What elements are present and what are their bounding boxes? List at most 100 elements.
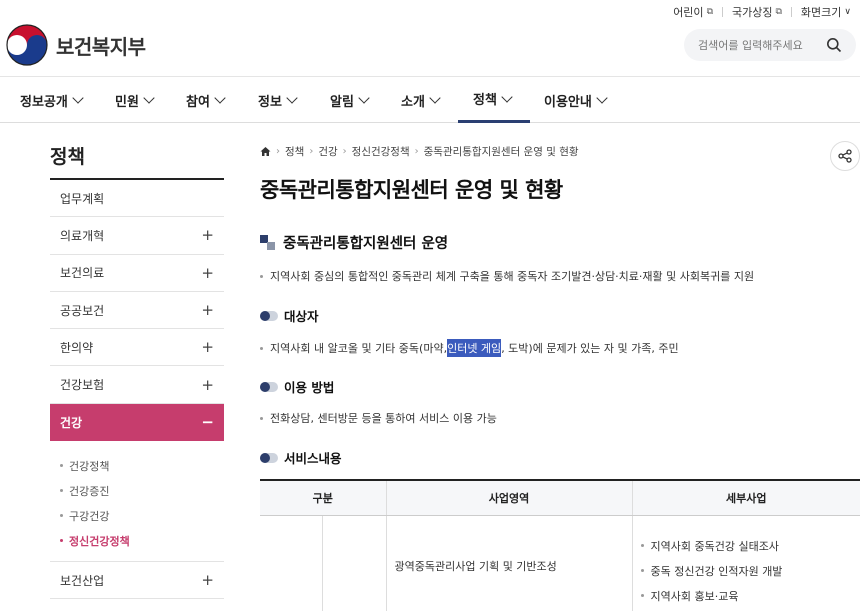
chevron-down-icon	[596, 92, 608, 104]
plus-icon: +	[201, 571, 214, 590]
search-icon[interactable]	[826, 37, 842, 53]
share-button[interactable]	[830, 141, 860, 171]
taegeuk-logo-icon	[6, 24, 48, 66]
selected-text: 인터넷 게임	[447, 339, 502, 357]
home-icon[interactable]	[260, 146, 271, 157]
gnb-label: 민원	[115, 94, 139, 110]
breadcrumb-separator: ›	[309, 146, 314, 157]
sidebar-item-health-insurance[interactable]: 건강보험 +	[50, 366, 224, 404]
breadcrumb-separator: ›	[414, 146, 419, 157]
breadcrumb: › 정책 › 건강 › 정신건강정책 › 중독관리통합지원센터 운영 및 현황	[260, 144, 579, 159]
submenu-item-oral-health[interactable]: 구강건강	[60, 503, 224, 528]
list-item: 중독 정신건강 인적자원 개발	[641, 558, 860, 583]
page-title: 중독관리통합지원센터 운영 및 현황	[260, 178, 563, 202]
sidebar-item-label: 보건의료	[60, 266, 105, 281]
screen-size-label: 화면크기	[800, 6, 842, 19]
sidebar-item-label: 건강	[60, 415, 83, 430]
target-text: 지역사회 내 알코올 및 기타 중독(마약, 인터넷 게임, 도박)에 문제가 …	[260, 339, 679, 357]
heading-bullet-icon	[260, 452, 278, 463]
gnb-item-news[interactable]: 알림	[330, 77, 370, 123]
list-item: 지역사회 홍보·교육	[641, 583, 860, 608]
logo-text: 보건복지부	[56, 34, 146, 59]
gnb-item-about[interactable]: 소개	[401, 77, 441, 123]
target-heading: 대상자	[260, 306, 319, 325]
site-logo[interactable]: 보건복지부	[6, 24, 146, 66]
submenu-item-mental-health-policy[interactable]: 정신건강정책	[60, 528, 224, 553]
service-heading: 서비스내용	[260, 448, 342, 467]
gnb-item-participation[interactable]: 참여	[186, 77, 226, 123]
chevron-down-icon	[286, 92, 298, 104]
search-box[interactable]	[684, 29, 856, 61]
side-navigation-title: 정책	[50, 142, 224, 180]
plus-icon: +	[201, 263, 214, 282]
side-navigation: 정책 업무계획 의료개혁 + 보건의료 + 공공보건 + 한의약 + 건강보험 + 건강 −…	[50, 142, 224, 611]
gnb-item-information[interactable]: 정보	[258, 77, 298, 123]
gnb-label: 정보공개	[20, 94, 68, 110]
submenu-item-health-policy[interactable]: 건강정책	[60, 453, 224, 478]
sidebar-item-label: 업무계획	[60, 191, 105, 206]
sidebar-item-label: 한의약	[60, 340, 94, 355]
sidebar-item-public-health[interactable]: 공공보건 +	[50, 292, 224, 330]
sidebar-item-label: 건강보험	[60, 378, 105, 393]
sidebar-item-welfare[interactable]: 복지+	[50, 599, 224, 611]
breadcrumb-item[interactable]: 건강	[318, 144, 337, 159]
gnb-label: 알림	[330, 94, 354, 110]
sidebar-item-work-plan[interactable]: 업무계획	[50, 180, 224, 218]
target-text-part: 지역사회 내 알코올 및 기타 중독(마약,	[270, 342, 448, 355]
kids-link[interactable]: 어린이 ⧉	[664, 4, 722, 20]
service-table: 구분 사업영역 세부사업 광역중독관리사업 기획 및 기반조성 지역사회 중독건…	[260, 479, 860, 611]
utility-bar: 어린이 ⧉ 국가상징 ⧉ 화면크기 ∨	[664, 4, 860, 20]
gnb-label: 소개	[401, 94, 425, 110]
section-square-icon	[260, 235, 275, 250]
usage-text: 전화상담, 센터방문 등을 통하여 서비스 이용 가능	[260, 410, 497, 426]
gnb-item-info-disclosure[interactable]: 정보공개	[20, 77, 84, 123]
usage-heading-text: 이용 방법	[284, 380, 335, 395]
service-heading-text: 서비스내용	[284, 451, 342, 466]
plus-icon: +	[201, 338, 214, 357]
sidebar-submenu: 건강정책 건강증진 구강건강 정신건강정책	[50, 441, 224, 563]
national-symbol-label: 국가상징	[732, 6, 773, 19]
sidebar-item-medical-reform[interactable]: 의료개혁 +	[50, 217, 224, 255]
search-input[interactable]	[698, 38, 818, 52]
chevron-down-icon: ∨	[844, 7, 851, 17]
chevron-down-icon	[501, 90, 513, 103]
table-header: 사업영역	[385, 479, 632, 516]
chevron-down-icon	[72, 92, 84, 104]
share-icon	[838, 149, 852, 163]
breadcrumb-current: 중독관리통합지원센터 운영 및 현황	[423, 146, 579, 158]
heading-bullet-icon	[260, 310, 278, 321]
table-cell: 광역중독관리사업 기획 및 기반조성	[385, 515, 632, 611]
breadcrumb-separator: ›	[342, 146, 347, 157]
breadcrumb-separator: ›	[276, 146, 280, 157]
plus-icon: +	[201, 301, 214, 320]
breadcrumb-item[interactable]: 정신건강정책	[352, 144, 410, 159]
table-cell: 지역사회 중독건강 실태조사 중독 정신건강 인적자원 개발 지역사회 홍보·교…	[631, 515, 860, 611]
table-header: 세부사업	[631, 479, 860, 516]
gnb-label: 정책	[473, 93, 497, 108]
target-text-part: , 도박)에 문제가 있는 자 및 가족, 주민	[501, 342, 679, 355]
sidebar-item-label: 의료개혁	[60, 228, 105, 243]
sidebar-item-health-industry[interactable]: 보건산업 +	[50, 562, 224, 600]
submenu-item-health-promotion[interactable]: 건강증진	[60, 478, 224, 503]
sidebar-item-korean-medicine[interactable]: 한의약 +	[50, 329, 224, 367]
section-heading: 중독관리통합지원센터 운영	[260, 232, 448, 253]
chevron-down-icon	[143, 92, 155, 104]
list-item: 지역사회 중독건강 실태조사	[641, 533, 860, 558]
breadcrumb-item[interactable]: 정책	[285, 144, 304, 159]
screen-size-button[interactable]: 화면크기 ∨	[792, 4, 860, 20]
table-row: 광역중독관리사업 기획 및 기반조성 지역사회 중독건강 실태조사 중독 정신건…	[260, 515, 860, 611]
gnb-label: 참여	[186, 94, 210, 110]
gnb-item-civil[interactable]: 민원	[115, 77, 155, 123]
gnb-item-policy[interactable]: 정책	[458, 77, 530, 123]
minus-icon: −	[201, 413, 214, 432]
sidebar-item-label: 보건산업	[60, 573, 105, 588]
plus-icon: +	[201, 226, 214, 245]
sidebar-item-label: 공공보건	[60, 303, 105, 318]
sidebar-item-health[interactable]: 건강 −	[50, 403, 224, 442]
intro-text: 지역사회 중심의 통합적인 중독관리 체계 구축을 통해 중독자 조기발견·상담…	[260, 268, 754, 284]
external-link-icon: ⧉	[775, 7, 782, 17]
gnb-item-guide[interactable]: 이용안내	[544, 77, 608, 123]
national-symbol-link[interactable]: 국가상징 ⧉	[723, 4, 791, 20]
external-link-icon: ⧉	[706, 7, 713, 17]
sidebar-item-health-care[interactable]: 보건의료 +	[50, 255, 224, 292]
